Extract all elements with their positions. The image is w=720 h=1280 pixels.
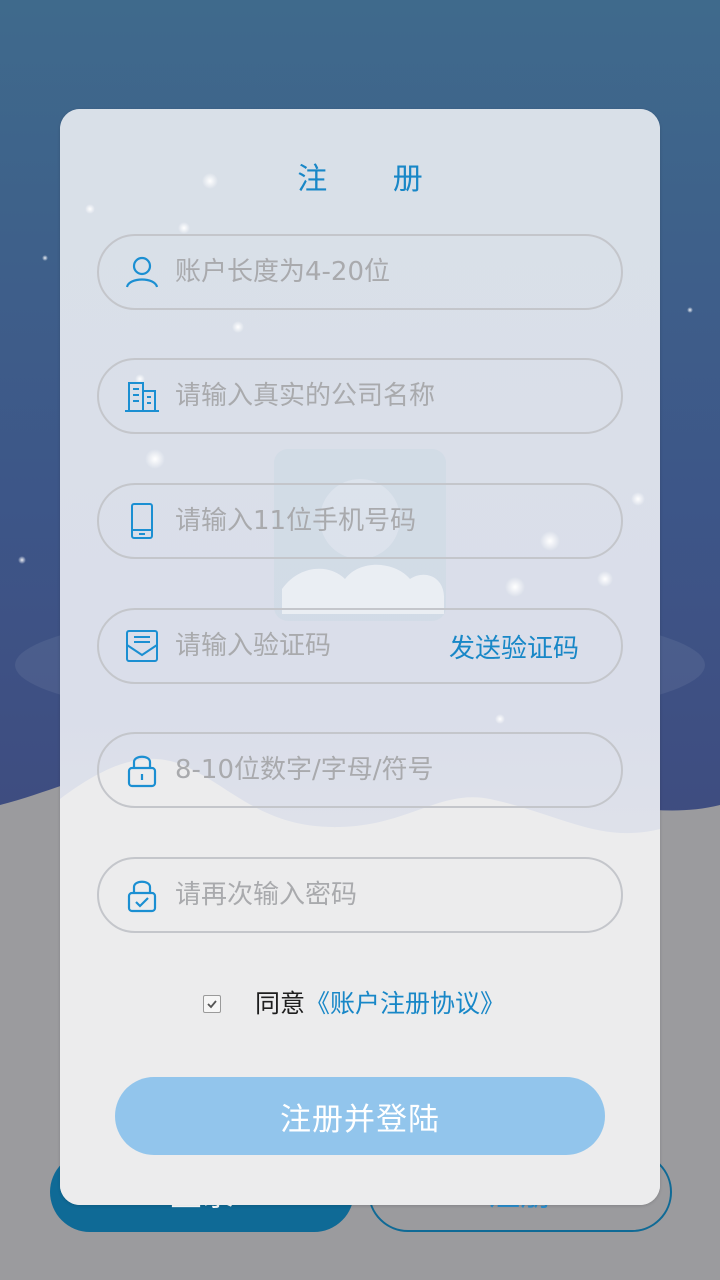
phone-input[interactable]	[175, 501, 621, 541]
account-input[interactable]	[175, 252, 621, 292]
account-field[interactable]	[97, 234, 623, 310]
lock-check-icon	[127, 880, 157, 913]
code-field[interactable]: 发送验证码	[97, 608, 623, 684]
page-title: 注 册	[297, 162, 451, 197]
company-input[interactable]	[175, 376, 621, 416]
password-input[interactable]	[175, 750, 621, 790]
confirm-password-input[interactable]	[175, 875, 621, 915]
phone-field[interactable]	[97, 483, 623, 559]
lock-icon	[127, 755, 157, 788]
send-code-button[interactable]: 发送验证码	[449, 628, 579, 665]
user-icon	[125, 256, 159, 288]
agreement-label: 同意	[255, 989, 306, 1018]
building-icon	[125, 382, 159, 412]
confirm-password-field[interactable]	[97, 857, 623, 933]
password-field[interactable]	[97, 732, 623, 808]
agreement-row: 同意 《账户注册协议》	[203, 984, 505, 1020]
check-icon	[207, 1000, 217, 1009]
company-field[interactable]	[97, 358, 623, 434]
register-login-button[interactable]: 注册并登陆	[115, 1077, 605, 1155]
code-input[interactable]	[175, 626, 449, 666]
agreement-checkbox[interactable]	[203, 995, 221, 1013]
phone-icon	[131, 503, 153, 539]
agreement-link[interactable]: 《账户注册协议》	[305, 984, 505, 1020]
mail-icon	[126, 630, 158, 662]
register-panel: 注 册 账户长度为4-20位 请输入真实的公司名称 请输入11位手机号码 请输入…	[60, 109, 660, 1205]
